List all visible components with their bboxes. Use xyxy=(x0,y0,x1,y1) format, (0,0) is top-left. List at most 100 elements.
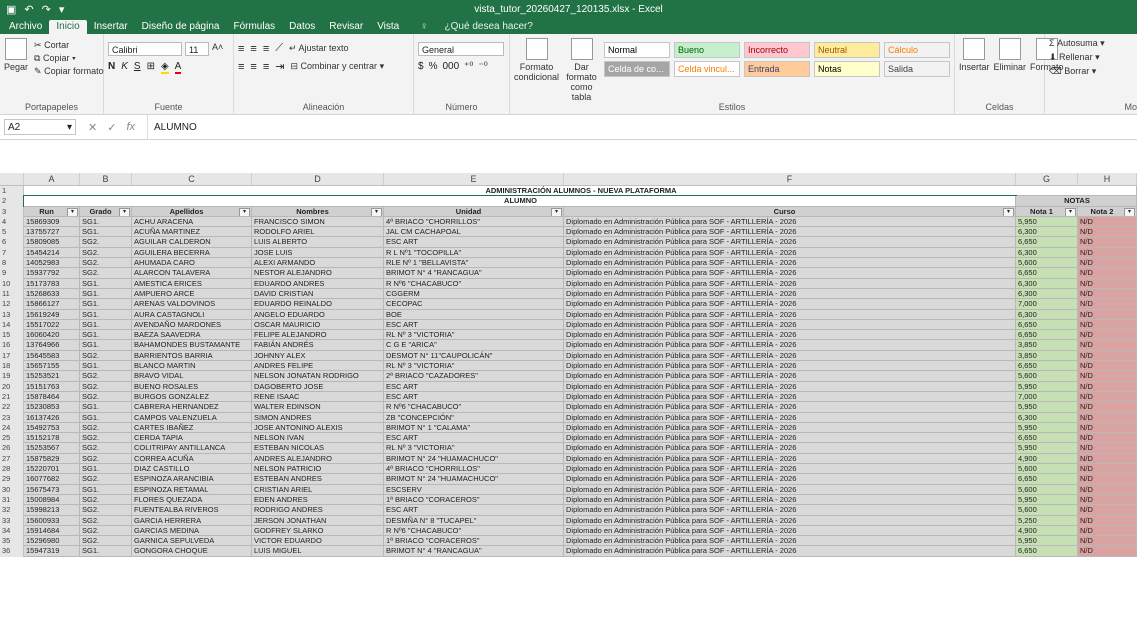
row-header[interactable]: 11 xyxy=(0,288,24,300)
cell-style-7[interactable]: Entrada xyxy=(744,61,810,77)
table-cell[interactable]: AGUILERA BECERRA xyxy=(132,247,252,259)
cell-style-0[interactable]: Normal xyxy=(604,42,670,58)
table-cell[interactable]: CECOPAC xyxy=(384,299,564,310)
table-cell[interactable]: 16060420 xyxy=(24,330,80,341)
table-cell[interactable]: 15998213 xyxy=(24,505,80,516)
sheet-title[interactable]: ADMINISTRACIÓN ALUMNOS - NUEVA PLATAFORM… xyxy=(24,186,1137,197)
table-cell[interactable]: JAL CM CACHAPOAL xyxy=(384,227,564,238)
table-cell[interactable]: ESC ART xyxy=(384,505,564,516)
table-cell[interactable]: SG2. xyxy=(80,515,132,526)
table-cell[interactable]: N/D xyxy=(1078,227,1137,238)
table-cell[interactable]: N/D xyxy=(1078,340,1137,351)
table-cell[interactable]: 4,900 xyxy=(1016,453,1078,465)
row-header[interactable]: 26 xyxy=(0,443,24,454)
currency-button[interactable]: $ xyxy=(418,61,424,72)
table-cell[interactable]: 1ª BRIACO "CORACEROS" xyxy=(384,494,564,506)
table-cell[interactable]: SG1. xyxy=(80,288,132,300)
table-cell[interactable]: N/D xyxy=(1078,299,1137,310)
table-cell[interactable]: WALTER EDINSON xyxy=(252,402,384,413)
table-cell[interactable]: 15253567 xyxy=(24,443,80,454)
table-cell[interactable]: SG1. xyxy=(80,227,132,238)
percent-button[interactable]: % xyxy=(429,61,438,72)
cell-style-9[interactable]: Salida xyxy=(884,61,950,77)
row-header[interactable]: 6 xyxy=(0,237,24,248)
column-header-e[interactable]: E xyxy=(384,173,564,185)
table-cell[interactable]: 6,650 xyxy=(1016,237,1078,248)
table-cell[interactable]: Diplomado en Administración Pública para… xyxy=(564,402,1016,413)
table-cell[interactable]: 15296980 xyxy=(24,536,80,547)
table-cell[interactable]: ESC ART xyxy=(384,319,564,331)
align-center-icon[interactable]: ≡ xyxy=(250,61,256,73)
table-cell[interactable]: BRIMOT N° 1 "CALAMA" xyxy=(384,422,564,434)
column-title[interactable]: Run ▾ xyxy=(24,206,80,217)
column-title[interactable]: Curso ▾ xyxy=(564,206,1016,217)
table-cell[interactable]: Diplomado en Administración Pública para… xyxy=(564,525,1016,537)
tab-formulas[interactable]: Fórmulas xyxy=(226,20,282,34)
table-cell[interactable]: ESTEBAN NICOLAS xyxy=(252,443,384,454)
table-cell[interactable]: ANDRES FELIPE xyxy=(252,361,384,372)
table-cell[interactable]: ACUÑA MARTINEZ xyxy=(132,227,252,238)
table-cell[interactable]: 15947319 xyxy=(24,546,80,557)
table-cell[interactable]: 5,950 xyxy=(1016,381,1078,392)
fill-button[interactable]: ⬇ Rellenar ▾ xyxy=(1049,52,1133,63)
table-cell[interactable]: CABRERA HERNANDEZ xyxy=(132,402,252,413)
table-cell[interactable]: BAEZA SAAVEDRA xyxy=(132,330,252,341)
table-cell[interactable]: AMESTICA ERICES xyxy=(132,278,252,289)
check-icon[interactable]: ✓ xyxy=(107,121,116,134)
table-cell[interactable]: DAGOBERTO JOSE xyxy=(252,381,384,392)
table-cell[interactable]: SG2. xyxy=(80,494,132,506)
table-cell[interactable]: 6,300 xyxy=(1016,278,1078,289)
table-cell[interactable]: N/D xyxy=(1078,371,1137,382)
tab-datos[interactable]: Datos xyxy=(282,20,322,34)
table-cell[interactable]: DAVID CRISTIAN xyxy=(252,288,384,300)
table-cell[interactable]: Diplomado en Administración Pública para… xyxy=(564,546,1016,557)
row-header[interactable]: 17 xyxy=(0,350,24,362)
row-header[interactable]: 22 xyxy=(0,402,24,413)
table-cell[interactable]: ESC ART xyxy=(384,237,564,248)
table-cell[interactable]: N/D xyxy=(1078,278,1137,289)
table-cell[interactable]: BRIMOT N° 4 "RANCAGUA" xyxy=(384,268,564,279)
table-cell[interactable]: 15619249 xyxy=(24,309,80,320)
table-cell[interactable]: 3,850 xyxy=(1016,340,1078,351)
tab-inicio[interactable]: Inicio xyxy=(49,20,87,34)
tab-archivo[interactable]: Archivo xyxy=(2,20,49,34)
table-cell[interactable]: SG1. xyxy=(80,402,132,413)
table-cell[interactable]: BAHAMONDES BUSTAMANTE xyxy=(132,340,252,351)
table-cell[interactable]: SG1. xyxy=(80,484,132,495)
table-cell[interactable]: BUENO ROSALES xyxy=(132,381,252,392)
table-cell[interactable]: NELSON IVAN xyxy=(252,433,384,444)
cancel-icon[interactable]: ✕ xyxy=(88,121,97,134)
tab-vista[interactable]: Vista xyxy=(370,20,406,34)
table-cell[interactable]: 15454214 xyxy=(24,247,80,259)
table-cell[interactable]: SG1. xyxy=(80,546,132,557)
column-header-g[interactable]: G xyxy=(1016,173,1078,185)
table-cell[interactable]: 15268633 xyxy=(24,288,80,300)
table-cell[interactable]: RODRIGO ANDRES xyxy=(252,505,384,516)
table-cell[interactable]: Diplomado en Administración Pública para… xyxy=(564,505,1016,516)
table-cell[interactable]: 6,300 xyxy=(1016,412,1078,423)
row-header[interactable]: 10 xyxy=(0,278,24,289)
column-header-f[interactable]: F xyxy=(564,173,1016,185)
align-right-icon[interactable]: ≡ xyxy=(263,61,269,73)
font-size-dropdown[interactable]: 11 xyxy=(185,42,209,56)
table-cell[interactable]: ANGELO EDUARDO xyxy=(252,309,384,320)
row-header[interactable]: 15 xyxy=(0,330,24,341)
row-header[interactable]: 20 xyxy=(0,381,24,392)
table-cell[interactable]: SG2. xyxy=(80,453,132,465)
table-cell[interactable]: FELIPE ALEJANDRO xyxy=(252,330,384,341)
row-header[interactable]: 1 xyxy=(0,186,24,197)
table-cell[interactable]: N/D xyxy=(1078,412,1137,423)
row-header[interactable]: 4 xyxy=(0,216,24,228)
table-cell[interactable]: CARTES IBAÑEZ xyxy=(132,422,252,434)
row-header[interactable]: 35 xyxy=(0,536,24,547)
table-cell[interactable]: 15220701 xyxy=(24,464,80,475)
table-cell[interactable]: GARNICA SEPULVEDA xyxy=(132,536,252,547)
formula-input[interactable]: ALUMNO xyxy=(147,115,1137,139)
cell-style-1[interactable]: Bueno xyxy=(674,42,740,58)
align-top-icon[interactable]: ≡ xyxy=(238,43,244,55)
font-name-dropdown[interactable]: Calibri xyxy=(108,42,182,56)
cell-style-3[interactable]: Neutral xyxy=(814,42,880,58)
table-cell[interactable]: 3,850 xyxy=(1016,350,1078,362)
table-cell[interactable]: R Nº6 "CHACABUCO" xyxy=(384,525,564,537)
table-cell[interactable]: ESCSERV xyxy=(384,484,564,495)
